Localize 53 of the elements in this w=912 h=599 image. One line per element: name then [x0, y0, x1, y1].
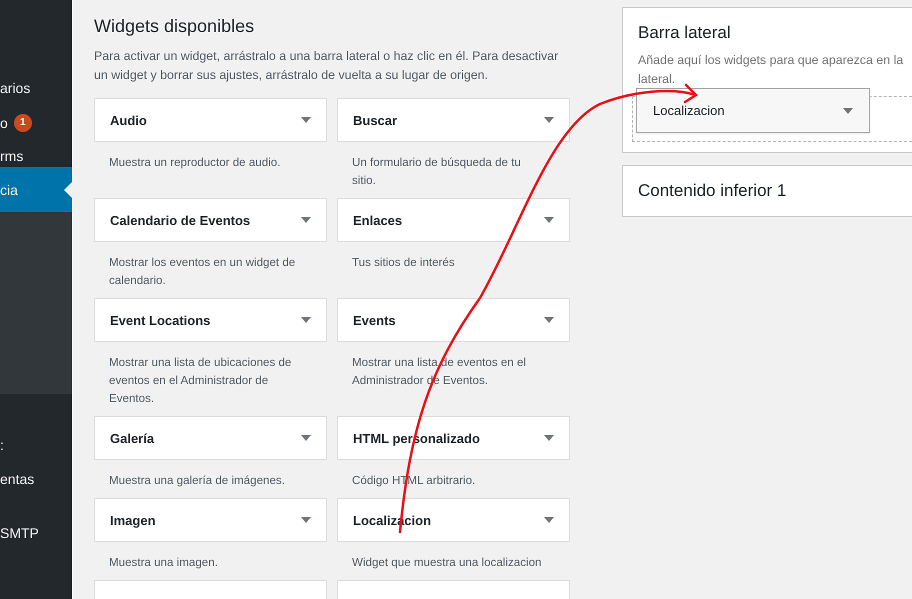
widget-header[interactable]: Enlaces: [337, 198, 570, 242]
section-description: Para activar un widget, arrástralo a una barra lateral o haz clic en él. Para desactivar un widget y borrar sus ajustes, arrástralo de vuelta a su lugar de origen.: [94, 48, 560, 84]
widget-description: Widget que muestra una localizacion: [351, 555, 542, 571]
notification-badge: 1: [14, 114, 32, 132]
widget-header[interactable]: Buscar: [337, 98, 570, 142]
widget-name: Enlaces: [353, 212, 402, 228]
widget-description: Un formulario de búsqueda de tu sitio.: [351, 155, 522, 189]
menu-item[interactable]: o 1: [0, 100, 72, 145]
caret-icon: [301, 217, 311, 223]
widget-description: Mostrar los eventos en un widget de calendario.: [108, 255, 296, 289]
widget-name: Event Locations: [110, 312, 210, 328]
menu-item[interactable]: rms: [0, 145, 72, 167]
caret-icon: [544, 117, 554, 123]
widget-name: Galería: [110, 430, 154, 446]
caret-icon: [544, 317, 554, 323]
widget-area-card[interactable]: Contenido inferior 1: [622, 165, 912, 217]
widget-header[interactable]: Galería: [94, 416, 327, 460]
widget-area-title: Barra lateral: [638, 23, 732, 43]
widget-description: Muestra una imagen.: [108, 555, 219, 571]
caret-icon: [301, 117, 311, 123]
widget-name: Audio: [110, 112, 147, 128]
menu-item[interactable]: arios: [0, 76, 72, 100]
caret-icon: [843, 108, 853, 114]
widget-area-card[interactable]: Barra lateral Añade aquí los widgets para que aparezca en la lateral. Localizacion: [622, 7, 912, 153]
widget-name: Localizacion: [653, 103, 725, 118]
widget-header[interactable]: Calendario de Eventos: [94, 198, 327, 242]
menu-item[interactable]: entas: [0, 462, 72, 496]
widget-description: Muestra una galería de imágenes.: [108, 473, 286, 489]
widget-header[interactable]: Event Locations: [94, 298, 327, 342]
dragged-widget[interactable]: Localizacion: [636, 88, 870, 133]
caret-icon: [301, 435, 311, 441]
widget-description: Muestra un reproductor de audio.: [108, 155, 282, 171]
menu-item[interactable]: :: [0, 428, 72, 462]
widget-name: Buscar: [353, 112, 398, 128]
caret-icon: [301, 317, 311, 323]
caret-icon: [544, 435, 554, 441]
widget-description: Mostrar una lista de ubicaciones de eventos en el Administrador de Eventos.: [108, 355, 292, 407]
widget-name: Calendario de Eventos: [110, 212, 250, 228]
widget-header[interactable]: Events: [337, 298, 570, 342]
widget-area-description: Añade aquí los widgets para que aparezca en la: [638, 52, 904, 69]
widget-name: Events: [353, 312, 396, 328]
widget-description: Tus sitios de interés: [351, 255, 456, 271]
menu-item[interactable]: SMTP: [0, 516, 72, 550]
widget-name: Imagen: [110, 512, 156, 528]
widget-header[interactable]: Imagen: [94, 498, 327, 542]
caret-icon: [544, 517, 554, 523]
caret-icon: [544, 217, 554, 223]
widget-area-title: Contenido inferior 1: [638, 181, 788, 201]
widget-header[interactable]: Audio: [94, 98, 327, 142]
widget-area-description: lateral.: [638, 71, 676, 88]
section-title: Widgets disponibles: [94, 16, 256, 37]
caret-icon: [301, 517, 311, 523]
menu-item[interactable]: cia: [0, 167, 72, 212]
